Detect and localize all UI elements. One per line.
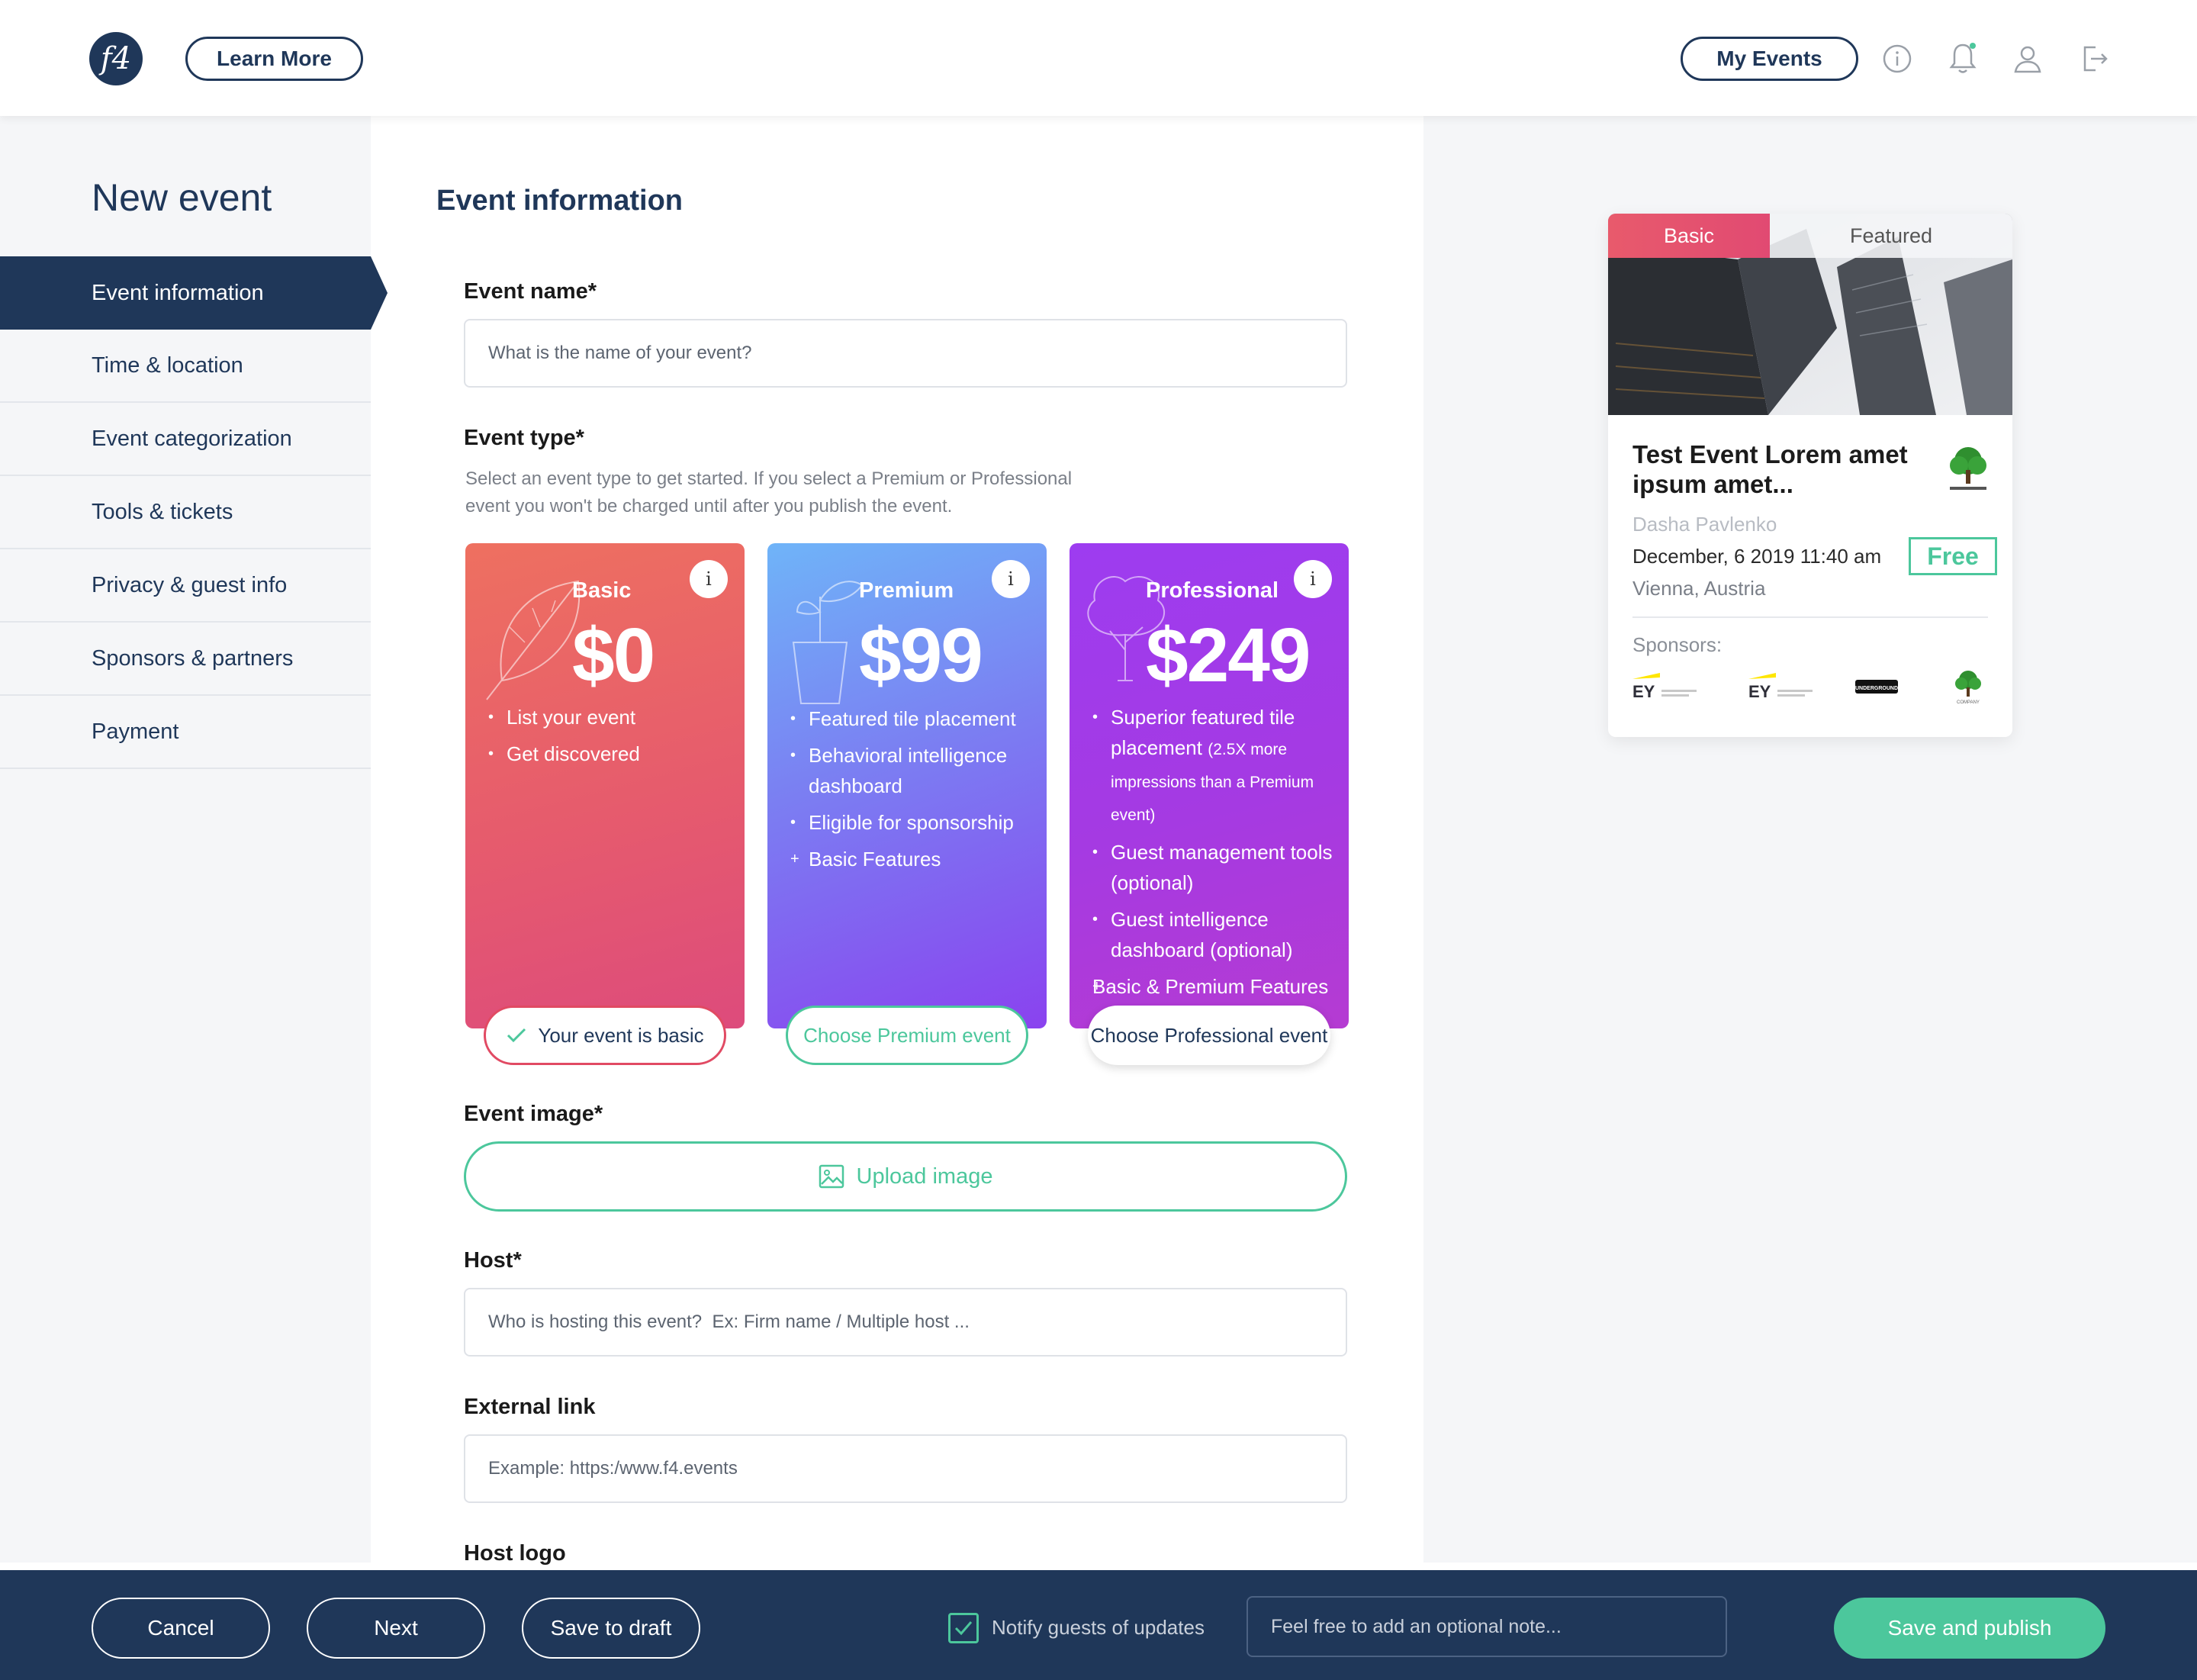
bottom-action-bar: Cancel Next Save to draft Notify guests … [0, 1570, 2197, 1680]
event-name-label: Event name* [464, 279, 597, 304]
card-price-professional: $249 [1146, 613, 1311, 698]
info-icon[interactable]: i [1294, 560, 1332, 598]
sidebar-item-label: Sponsors & partners [92, 645, 294, 671]
plant-pot-icon [792, 581, 864, 704]
button-label: Your event is basic [538, 1023, 704, 1047]
tree-company-logo-icon [1939, 443, 1997, 496]
card-price-premium: $99 [859, 613, 983, 698]
sidebar-item-payment[interactable]: Payment [0, 696, 371, 769]
feature-item: Behavioral intelligence dashboard [790, 740, 1034, 801]
feature-item-extra: Basic & Premium Features [1074, 971, 1337, 1002]
sponsors-label: Sponsors: [1632, 633, 1723, 656]
upload-image-button[interactable]: Upload image [464, 1141, 1347, 1212]
feature-item: Featured tile placement [790, 703, 1034, 734]
info-icon[interactable]: i [690, 560, 728, 598]
svg-text:COMPANY: COMPANY [1957, 700, 1980, 705]
sidebar-item-label: Payment [92, 719, 179, 744]
event-name-input[interactable] [464, 319, 1347, 388]
preview-date: December, 6 2019 11:40 am [1632, 545, 1882, 568]
feature-list-basic: List your event Get discovered [488, 702, 732, 775]
logout-icon[interactable] [2075, 40, 2113, 78]
event-image-label: Event image* [464, 1102, 603, 1126]
f4-logo[interactable]: f4 [89, 32, 143, 85]
feature-item: Guest management tools (optional) [1092, 837, 1337, 898]
learn-more-button[interactable]: Learn More [185, 37, 363, 81]
feature-item: Superior featured tile placement (2.5X m… [1092, 702, 1337, 831]
feature-extra-text: Basic & Premium Features [1092, 975, 1329, 998]
host-label: Host* [464, 1248, 522, 1273]
choose-premium-button[interactable]: Choose Premium event [786, 1006, 1028, 1065]
feature-item: Get discovered [488, 739, 732, 769]
host-logo-label: Host logo [464, 1541, 566, 1566]
optional-note-input[interactable] [1246, 1596, 1727, 1657]
card-name-professional: Professional [1146, 578, 1279, 603]
button-label: Upload image [856, 1163, 993, 1189]
sponsor-logo-underground: UNDERGROUND [1854, 668, 1899, 705]
sidebar-item-time-location[interactable]: Time & location [0, 330, 371, 403]
host-input[interactable] [464, 1288, 1347, 1357]
cancel-button[interactable]: Cancel [92, 1598, 270, 1659]
sidebar-item-label: Privacy & guest info [92, 572, 288, 597]
my-events-button[interactable]: My Events [1681, 37, 1858, 81]
info-icon[interactable] [1878, 40, 1916, 78]
price-badge: Free [1909, 537, 1997, 575]
feature-list-premium: Featured tile placement Behavioral intel… [790, 703, 1034, 880]
svg-text:EY: EY [1748, 682, 1771, 701]
check-icon [954, 1621, 973, 1636]
preview-location: Vienna, Austria [1632, 577, 1766, 600]
your-event-is-basic-button[interactable]: Your event is basic [484, 1006, 726, 1065]
sidebar-item-sponsors-partners[interactable]: Sponsors & partners [0, 623, 371, 696]
image-icon [819, 1164, 844, 1189]
feature-item: Eligible for sponsorship [790, 807, 1034, 838]
save-to-draft-button[interactable]: Save to draft [522, 1598, 700, 1659]
sidebar-item-event-categorization[interactable]: Event categorization [0, 403, 371, 476]
sidebar-item-label: Event information [92, 280, 264, 305]
preview-host-name: Dasha Pavlenko [1632, 513, 1777, 536]
event-preview-card[interactable]: Basic Featured Test Event Lorem amet ips… [1608, 214, 2012, 737]
choose-professional-button[interactable]: Choose Professional event [1088, 1006, 1330, 1065]
notify-guests-label[interactable]: Notify guests of updates [992, 1616, 1205, 1640]
card-name-premium: Premium [859, 578, 954, 603]
feature-list-professional: Superior featured tile placement (2.5X m… [1074, 702, 1337, 1008]
event-type-label: Event type* [464, 426, 584, 450]
sponsor-logo-company: COMPANY [1947, 668, 1990, 705]
sidebar-item-privacy-guest-info[interactable]: Privacy & guest info [0, 549, 371, 623]
external-link-input[interactable] [464, 1434, 1347, 1503]
notify-guests-checkbox[interactable] [948, 1613, 979, 1643]
sidebar-title: New event [92, 176, 272, 219]
card-price-basic: $0 [572, 613, 655, 698]
section-title: Event information [436, 185, 684, 217]
divider [1632, 616, 1988, 618]
external-link-label: External link [464, 1395, 596, 1419]
sidebar-item-label: Time & location [92, 352, 243, 378]
user-icon[interactable] [2009, 40, 2047, 78]
sponsor-logo-ey: EY [1632, 668, 1701, 705]
sidebar-item-tools-tickets[interactable]: Tools & tickets [0, 476, 371, 549]
feature-item: List your event [488, 702, 732, 732]
info-icon[interactable]: i [992, 560, 1030, 598]
card-name-basic: Basic [572, 578, 632, 603]
sponsor-logo-ey: EY [1748, 668, 1817, 705]
event-type-card-professional[interactable]: Professional $249 i Superior featured ti… [1070, 543, 1349, 1028]
next-button[interactable]: Next [307, 1598, 485, 1659]
bell-icon[interactable] [1944, 40, 1982, 78]
save-and-publish-button[interactable]: Save and publish [1834, 1598, 2105, 1659]
preview-event-title: Test Event Lorem amet ipsum amet... [1632, 440, 1908, 498]
event-type-card-premium[interactable]: Premium $99 i Featured tile placement Be… [767, 543, 1047, 1028]
feature-item-extra: Basic Features [790, 844, 1034, 874]
feature-item: Guest intelligence dashboard (optional) [1092, 904, 1337, 965]
preview-tab-basic[interactable]: Basic [1608, 214, 1770, 258]
check-icon [507, 1028, 526, 1043]
top-header: f4 Learn More My Events [0, 0, 2197, 116]
svg-text:EY: EY [1632, 682, 1655, 701]
event-type-helper: Select an event type to get started. If … [465, 468, 1073, 517]
svg-text:UNDERGROUND: UNDERGROUND [1855, 686, 1898, 691]
sidebar-item-label: Tools & tickets [92, 499, 233, 524]
sidebar-item-event-information[interactable]: Event information [0, 256, 388, 330]
preview-tab-featured[interactable]: Featured [1770, 214, 2012, 258]
event-type-card-basic[interactable]: Basic $0 i List your event Get discovere… [465, 543, 745, 1028]
sidebar-item-label: Event categorization [92, 426, 292, 451]
